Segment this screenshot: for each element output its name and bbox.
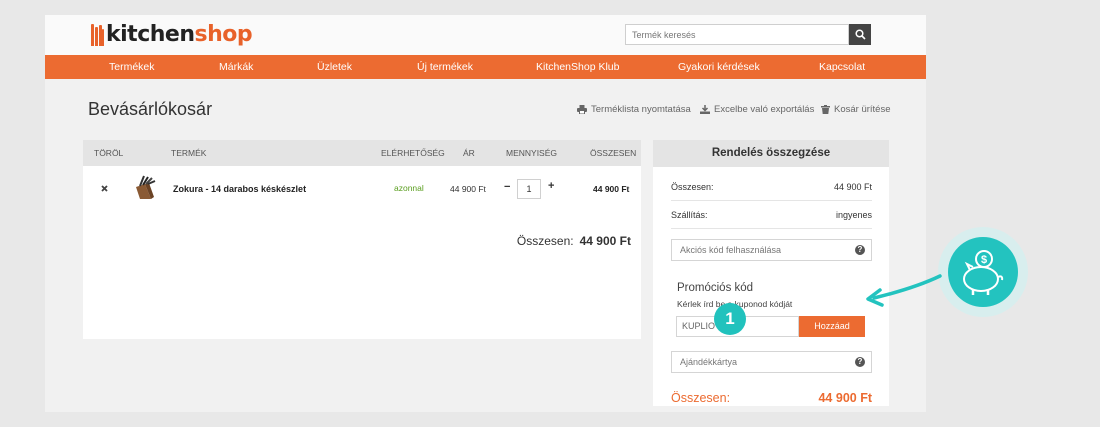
printer-icon xyxy=(577,105,587,114)
col-price: ÁR xyxy=(463,148,475,158)
help-icon[interactable]: ? xyxy=(855,357,865,367)
step-badge: 1 xyxy=(714,303,746,335)
coupon-field[interactable]: Akciós kód felhasználása ? xyxy=(671,239,872,261)
print-label: Terméklista nyomtatása xyxy=(591,104,691,115)
price-value: 44 900 Ft xyxy=(450,184,486,194)
cart-total: Összesen: 44 900 Ft xyxy=(517,234,631,248)
nav-item-uzletek[interactable]: Üzletek xyxy=(317,55,352,79)
nav-item-markak[interactable]: Márkák xyxy=(219,55,253,79)
promo-title: Promóciós kód xyxy=(677,282,754,294)
close-icon[interactable] xyxy=(101,185,108,192)
piggy-bank-badge: $ xyxy=(938,227,1028,317)
quantity-input[interactable]: 1 xyxy=(517,179,541,199)
summary-shipping: Szállítás: ingyenes xyxy=(671,210,872,220)
coupon-field-label: Akciós kód felhasználása xyxy=(680,245,782,255)
pointer-arrow-icon xyxy=(866,274,942,307)
help-icon[interactable]: ? xyxy=(855,245,865,255)
piggy-bank-icon: $ xyxy=(963,250,1004,295)
divider xyxy=(671,228,872,229)
page-frame: kitchenshop Termékek Márkák Üzletek Új t… xyxy=(45,15,926,412)
export-action[interactable]: Excelbe való exportálás xyxy=(700,104,814,115)
cart-total-label: Összesen: xyxy=(516,234,574,248)
gift-card-label: Ajándékkártya xyxy=(680,357,738,367)
col-availability: ELÉRHETŐSÉG xyxy=(381,148,445,158)
page-title: Bevásárlókosár xyxy=(88,99,213,119)
product-name[interactable]: Zokura - 14 darabos késkészlet xyxy=(173,184,306,194)
clear-cart-action[interactable]: Kosár ürítése xyxy=(821,104,891,115)
search-icon xyxy=(854,29,866,40)
grand-total-label: Összesen: xyxy=(671,391,731,405)
nav-item-gyakori-kerdesek[interactable]: Gyakori kérdések xyxy=(678,55,760,79)
shipping-value: ingyenes xyxy=(835,210,872,220)
table-row: Zokura - 14 darabos késkészlet azonnal 4… xyxy=(83,166,641,210)
increase-quantity-button[interactable]: + xyxy=(548,180,554,192)
svg-text:$: $ xyxy=(981,254,987,266)
print-action[interactable]: Terméklista nyomtatása xyxy=(577,104,691,115)
cart-table-header: TÖRÖL TERMÉK ELÉRHETŐSÉG ÁR MENNYISÉG ÖS… xyxy=(83,140,641,166)
summary-subtotal: Összesen: 44 900 Ft xyxy=(671,182,872,192)
knife-block-logo-icon xyxy=(91,24,105,46)
nav-item-uj-termekek[interactable]: Új termékek xyxy=(417,55,473,79)
row-total-value: 44 900 Ft xyxy=(593,184,630,194)
availability-value: azonnal xyxy=(394,183,424,193)
add-promo-button[interactable]: Hozzáad xyxy=(799,316,865,337)
gift-card-field[interactable]: Ajándékkártya ? xyxy=(671,351,872,373)
trash-icon xyxy=(821,105,830,114)
col-remove: TÖRÖL xyxy=(94,148,124,158)
main-nav: Termékek Márkák Üzletek Új termékek Kitc… xyxy=(45,55,926,79)
cart-table: TÖRÖL TERMÉK ELÉRHETŐSÉG ÁR MENNYISÉG ÖS… xyxy=(83,140,641,339)
logo-text-shop: shop xyxy=(194,22,253,47)
export-label: Excelbe való exportálás xyxy=(714,104,815,115)
shipping-label: Szállítás: xyxy=(671,210,708,220)
summary-title: Rendelés összegzése xyxy=(653,140,889,167)
subtotal-value: 44 900 Ft xyxy=(833,182,872,192)
divider xyxy=(671,200,872,201)
decrease-quantity-button[interactable]: − xyxy=(504,181,510,193)
subtotal-label: Összesen: xyxy=(671,182,714,192)
col-product: TERMÉK xyxy=(171,148,207,158)
site-header: kitchenshop xyxy=(45,15,926,55)
nav-item-kitchenshop-klub[interactable]: KitchenShop Klub xyxy=(536,55,619,79)
cart-total-value: 44 900 Ft xyxy=(579,234,631,248)
download-icon xyxy=(700,105,710,114)
clear-cart-label: Kosár ürítése xyxy=(834,104,891,115)
search-bar xyxy=(625,24,871,45)
nav-item-termekek[interactable]: Termékek xyxy=(109,55,155,79)
product-image[interactable] xyxy=(131,175,159,202)
grand-total: Összesen: 44 900 Ft xyxy=(671,391,872,405)
col-total: ÖSSZESEN xyxy=(590,148,637,158)
search-input[interactable] xyxy=(625,24,849,45)
nav-item-kapcsolat[interactable]: Kapcsolat xyxy=(819,55,865,79)
logo-text-kitchen: kitchen xyxy=(106,22,195,47)
logo[interactable]: kitchenshop xyxy=(91,22,253,48)
col-quantity: MENNYISÉG xyxy=(506,148,558,158)
grand-total-value: 44 900 Ft xyxy=(818,391,872,405)
order-summary: Rendelés összegzése Összesen: 44 900 Ft … xyxy=(653,140,889,406)
search-button[interactable] xyxy=(849,24,871,45)
